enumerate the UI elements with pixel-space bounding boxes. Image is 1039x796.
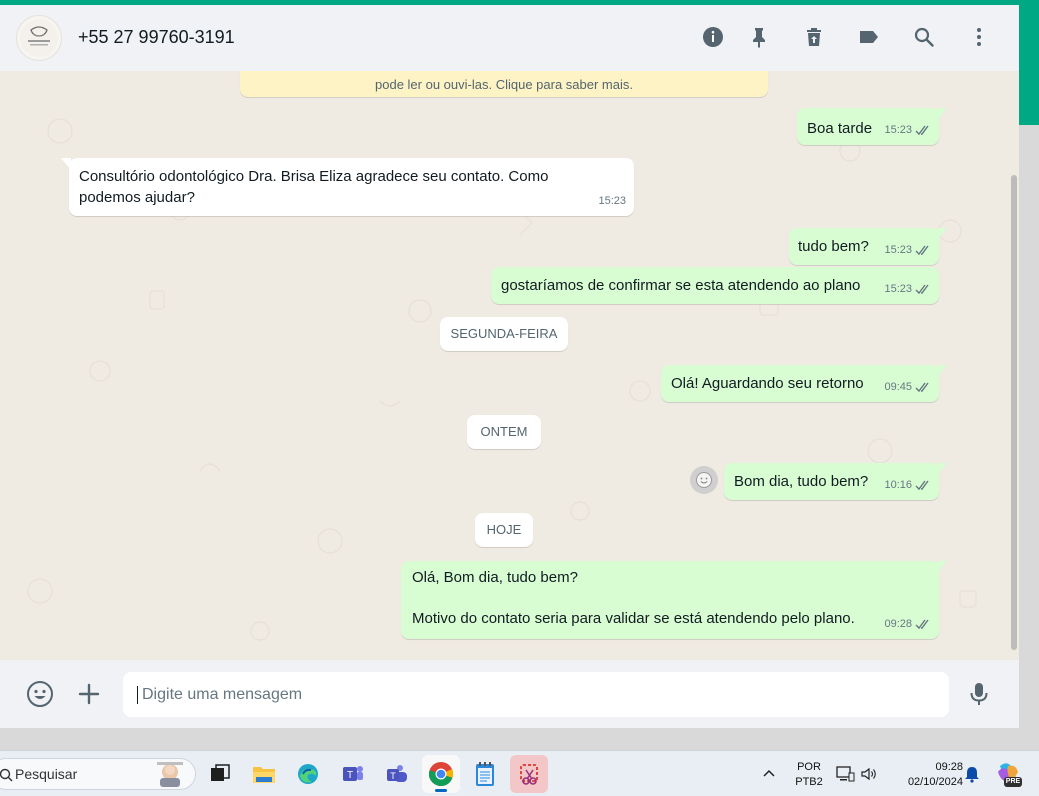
message-meta: 09:28 <box>884 614 931 635</box>
language-indicator[interactable]: POR PTB2 <box>790 760 828 790</box>
notification-bell-icon[interactable] <box>963 765 981 783</box>
date-chip: ONTEM <box>467 415 541 449</box>
message-time: 15:23 <box>884 283 912 295</box>
keyboard-layout: PTB2 <box>795 776 823 788</box>
encryption-notice[interactable]: pode ler ou ouvi-las. Clique para saber … <box>240 71 768 97</box>
message-time: 09:45 <box>884 381 912 393</box>
read-ticks-icon <box>915 480 929 491</box>
taskbar-clock[interactable]: 09:28 02/10/2024 <box>887 760 963 790</box>
task-view-icon[interactable] <box>201 755 239 793</box>
file-explorer-icon[interactable] <box>245 755 283 793</box>
contact-name[interactable]: +55 27 99760-3191 <box>78 27 235 48</box>
chat-scrollbar-thumb[interactable] <box>1011 175 1017 650</box>
read-ticks-icon <box>915 125 929 136</box>
message-outgoing[interactable]: Olá, Bom dia, tudo bem? Motivo do contat… <box>401 561 947 639</box>
message-text: Boa tarde <box>807 120 873 137</box>
search-icon[interactable] <box>909 22 939 52</box>
message-text: Olá! Aguardando seu retorno <box>671 375 864 392</box>
notepad-icon[interactable] <box>466 755 504 793</box>
search-highlight-icon <box>157 762 183 787</box>
window-right-accent <box>1019 5 1039 125</box>
delete-icon[interactable] <box>799 22 829 52</box>
message-meta: 15:23 <box>884 279 931 300</box>
message-time: 15:23 <box>884 244 912 256</box>
copilot-preview-badge: PRE <box>1004 777 1022 787</box>
microphone-icon[interactable] <box>963 678 995 710</box>
reaction-button[interactable] <box>690 466 718 494</box>
message-time: 15:23 <box>598 195 626 207</box>
label-icon[interactable] <box>854 22 884 52</box>
svg-text:T: T <box>347 770 353 781</box>
windows-taskbar: Pesquisar T T POR PTB2 09:28 02/10/2024 … <box>0 750 1039 796</box>
dental-logo-icon <box>20 19 58 57</box>
message-text: Bom dia, tudo bem? <box>734 473 869 490</box>
teams-classic-icon[interactable]: T <box>334 755 372 793</box>
message-meta: 10:16 <box>884 475 931 496</box>
message-meta: 15:23 <box>884 120 931 141</box>
message-outgoing[interactable]: Bom dia, tudo bem? 10:16 <box>724 463 947 500</box>
message-time: 10:16 <box>884 479 912 491</box>
message-text-line: Motivo do contato seria para validar se … <box>412 610 855 627</box>
read-ticks-icon <box>915 619 929 630</box>
read-ticks-icon <box>915 382 929 393</box>
message-outgoing[interactable]: Boa tarde 15:23 <box>797 108 947 145</box>
date-chip: SEGUNDA-FEIRA <box>440 317 568 351</box>
info-icon[interactable] <box>698 22 728 52</box>
message-time: 09:28 <box>884 618 912 630</box>
chat-panel[interactable]: pode ler ou ouvi-las. Clique para saber … <box>0 71 1019 660</box>
show-hidden-icons-chevron-icon[interactable] <box>760 765 778 783</box>
clock-date: 02/10/2024 <box>907 776 963 788</box>
composer-bar <box>0 660 1019 728</box>
language-code: POR <box>797 761 821 773</box>
read-ticks-icon <box>915 245 929 256</box>
volume-icon[interactable] <box>860 765 878 783</box>
read-ticks-icon <box>915 284 929 295</box>
message-text: tudo bem? <box>798 238 869 255</box>
smiley-icon <box>696 472 712 488</box>
message-composer[interactable] <box>123 672 949 717</box>
message-outgoing[interactable]: gostaríamos de confirmar se esta atenden… <box>491 267 939 304</box>
message-text: Consultório odontológico Dra. Brisa Eliz… <box>79 168 549 206</box>
message-time: 15:23 <box>884 124 912 136</box>
chat-header: +55 27 99760-3191 <box>0 5 1019 71</box>
taskbar-search-label: Pesquisar <box>15 766 78 782</box>
clock-time: 09:28 <box>935 761 963 773</box>
teams-new-icon[interactable]: T <box>378 755 416 793</box>
message-outgoing[interactable]: tudo bem? 15:23 <box>789 228 947 265</box>
chrome-browser-icon[interactable] <box>422 755 460 793</box>
contact-avatar[interactable] <box>16 15 62 61</box>
search-icon <box>0 768 13 782</box>
snipping-tool-icon[interactable] <box>510 755 548 793</box>
window-right-gap <box>1019 125 1039 750</box>
taskbar-search[interactable]: Pesquisar <box>0 758 196 790</box>
message-meta: 15:23 <box>884 240 931 261</box>
pin-icon[interactable] <box>744 22 774 52</box>
date-chip: HOJE <box>475 513 533 547</box>
emoji-icon[interactable] <box>24 678 56 710</box>
edge-browser-icon[interactable] <box>289 755 327 793</box>
attach-plus-icon[interactable] <box>73 678 105 710</box>
network-icon[interactable] <box>835 764 855 784</box>
menu-icon[interactable] <box>964 22 994 52</box>
message-text: gostaríamos de confirmar se esta atenden… <box>501 277 861 294</box>
svg-text:T: T <box>390 771 396 781</box>
message-input[interactable] <box>137 685 949 704</box>
copilot-icon[interactable]: PRE <box>994 760 1022 788</box>
message-incoming[interactable]: Consultório odontológico Dra. Brisa Eliz… <box>61 158 634 216</box>
message-outgoing[interactable]: Olá! Aguardando seu retorno 09:45 <box>661 365 947 402</box>
message-meta: 15:23 <box>598 191 626 212</box>
message-text-line: Olá, Bom dia, tudo bem? <box>412 569 578 586</box>
message-meta: 09:45 <box>884 377 931 398</box>
